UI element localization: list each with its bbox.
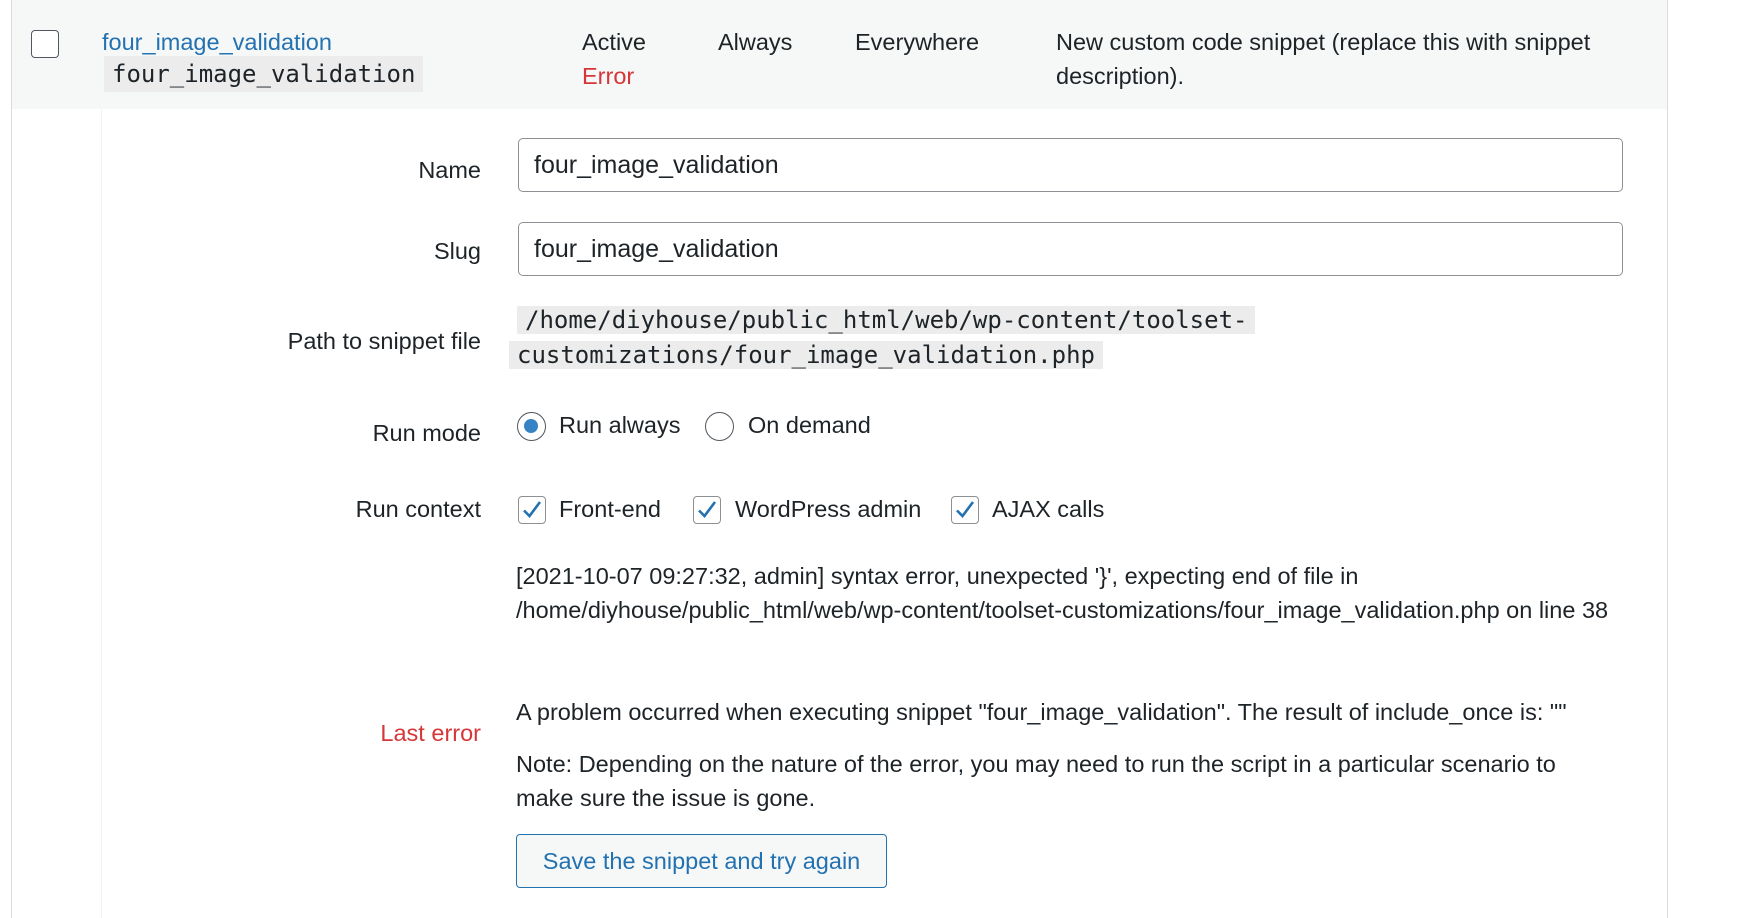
frontend-checkbox[interactable]: [518, 496, 546, 524]
wp-admin-checkbox[interactable]: [693, 496, 721, 524]
run-always-label[interactable]: Run always: [559, 408, 680, 442]
run-always-radio[interactable]: [517, 412, 546, 441]
path-line-1: /home/diyhouse/public_html/web/wp-conten…: [517, 303, 1256, 337]
frontend-label[interactable]: Front-end: [559, 492, 661, 526]
snippet-description: New custom code snippet (replace this wi…: [1056, 29, 1591, 89]
run-context-label: Run context: [355, 496, 481, 522]
check-icon: [523, 501, 542, 518]
status-error: Error: [582, 63, 635, 89]
path-label: Path to snippet file: [287, 328, 481, 354]
path-line-2: customizations/four_image_validation.php: [509, 338, 1103, 372]
save-and-retry-button[interactable]: Save the snippet and try again: [516, 834, 887, 888]
name-label: Name: [418, 157, 481, 183]
ajax-label[interactable]: AJAX calls: [992, 492, 1104, 526]
snippet-slug-code: four_image_validation: [104, 56, 424, 92]
error-problem-message: A problem occurred when executing snippe…: [516, 699, 1567, 725]
run-mode-label: Run mode: [372, 420, 481, 446]
status-active: Active: [582, 29, 646, 55]
run-context-value: Everywhere: [855, 29, 980, 55]
wp-admin-label[interactable]: WordPress admin: [735, 492, 921, 526]
snippet-title-link[interactable]: four_image_validation: [102, 25, 332, 59]
path-text-2: customizations/four_image_validation.php: [509, 341, 1103, 369]
last-error-label: Last error: [380, 720, 481, 746]
check-icon: [956, 501, 975, 518]
check-icon: [698, 501, 717, 518]
row-select-checkbox[interactable]: [31, 30, 59, 58]
run-mode-value: Always: [718, 29, 793, 55]
error-note-message: Note: Depending on the nature of the err…: [516, 751, 1556, 811]
error-log-message: [2021-10-07 09:27:32, admin] syntax erro…: [516, 563, 1609, 623]
slug-input[interactable]: [518, 222, 1623, 276]
on-demand-radio[interactable]: [705, 412, 734, 441]
name-input[interactable]: [518, 138, 1623, 192]
path-text-1: /home/diyhouse/public_html/web/wp-conten…: [517, 306, 1256, 334]
ajax-checkbox[interactable]: [951, 496, 979, 524]
on-demand-label[interactable]: On demand: [748, 408, 871, 442]
slug-label: Slug: [433, 238, 481, 264]
